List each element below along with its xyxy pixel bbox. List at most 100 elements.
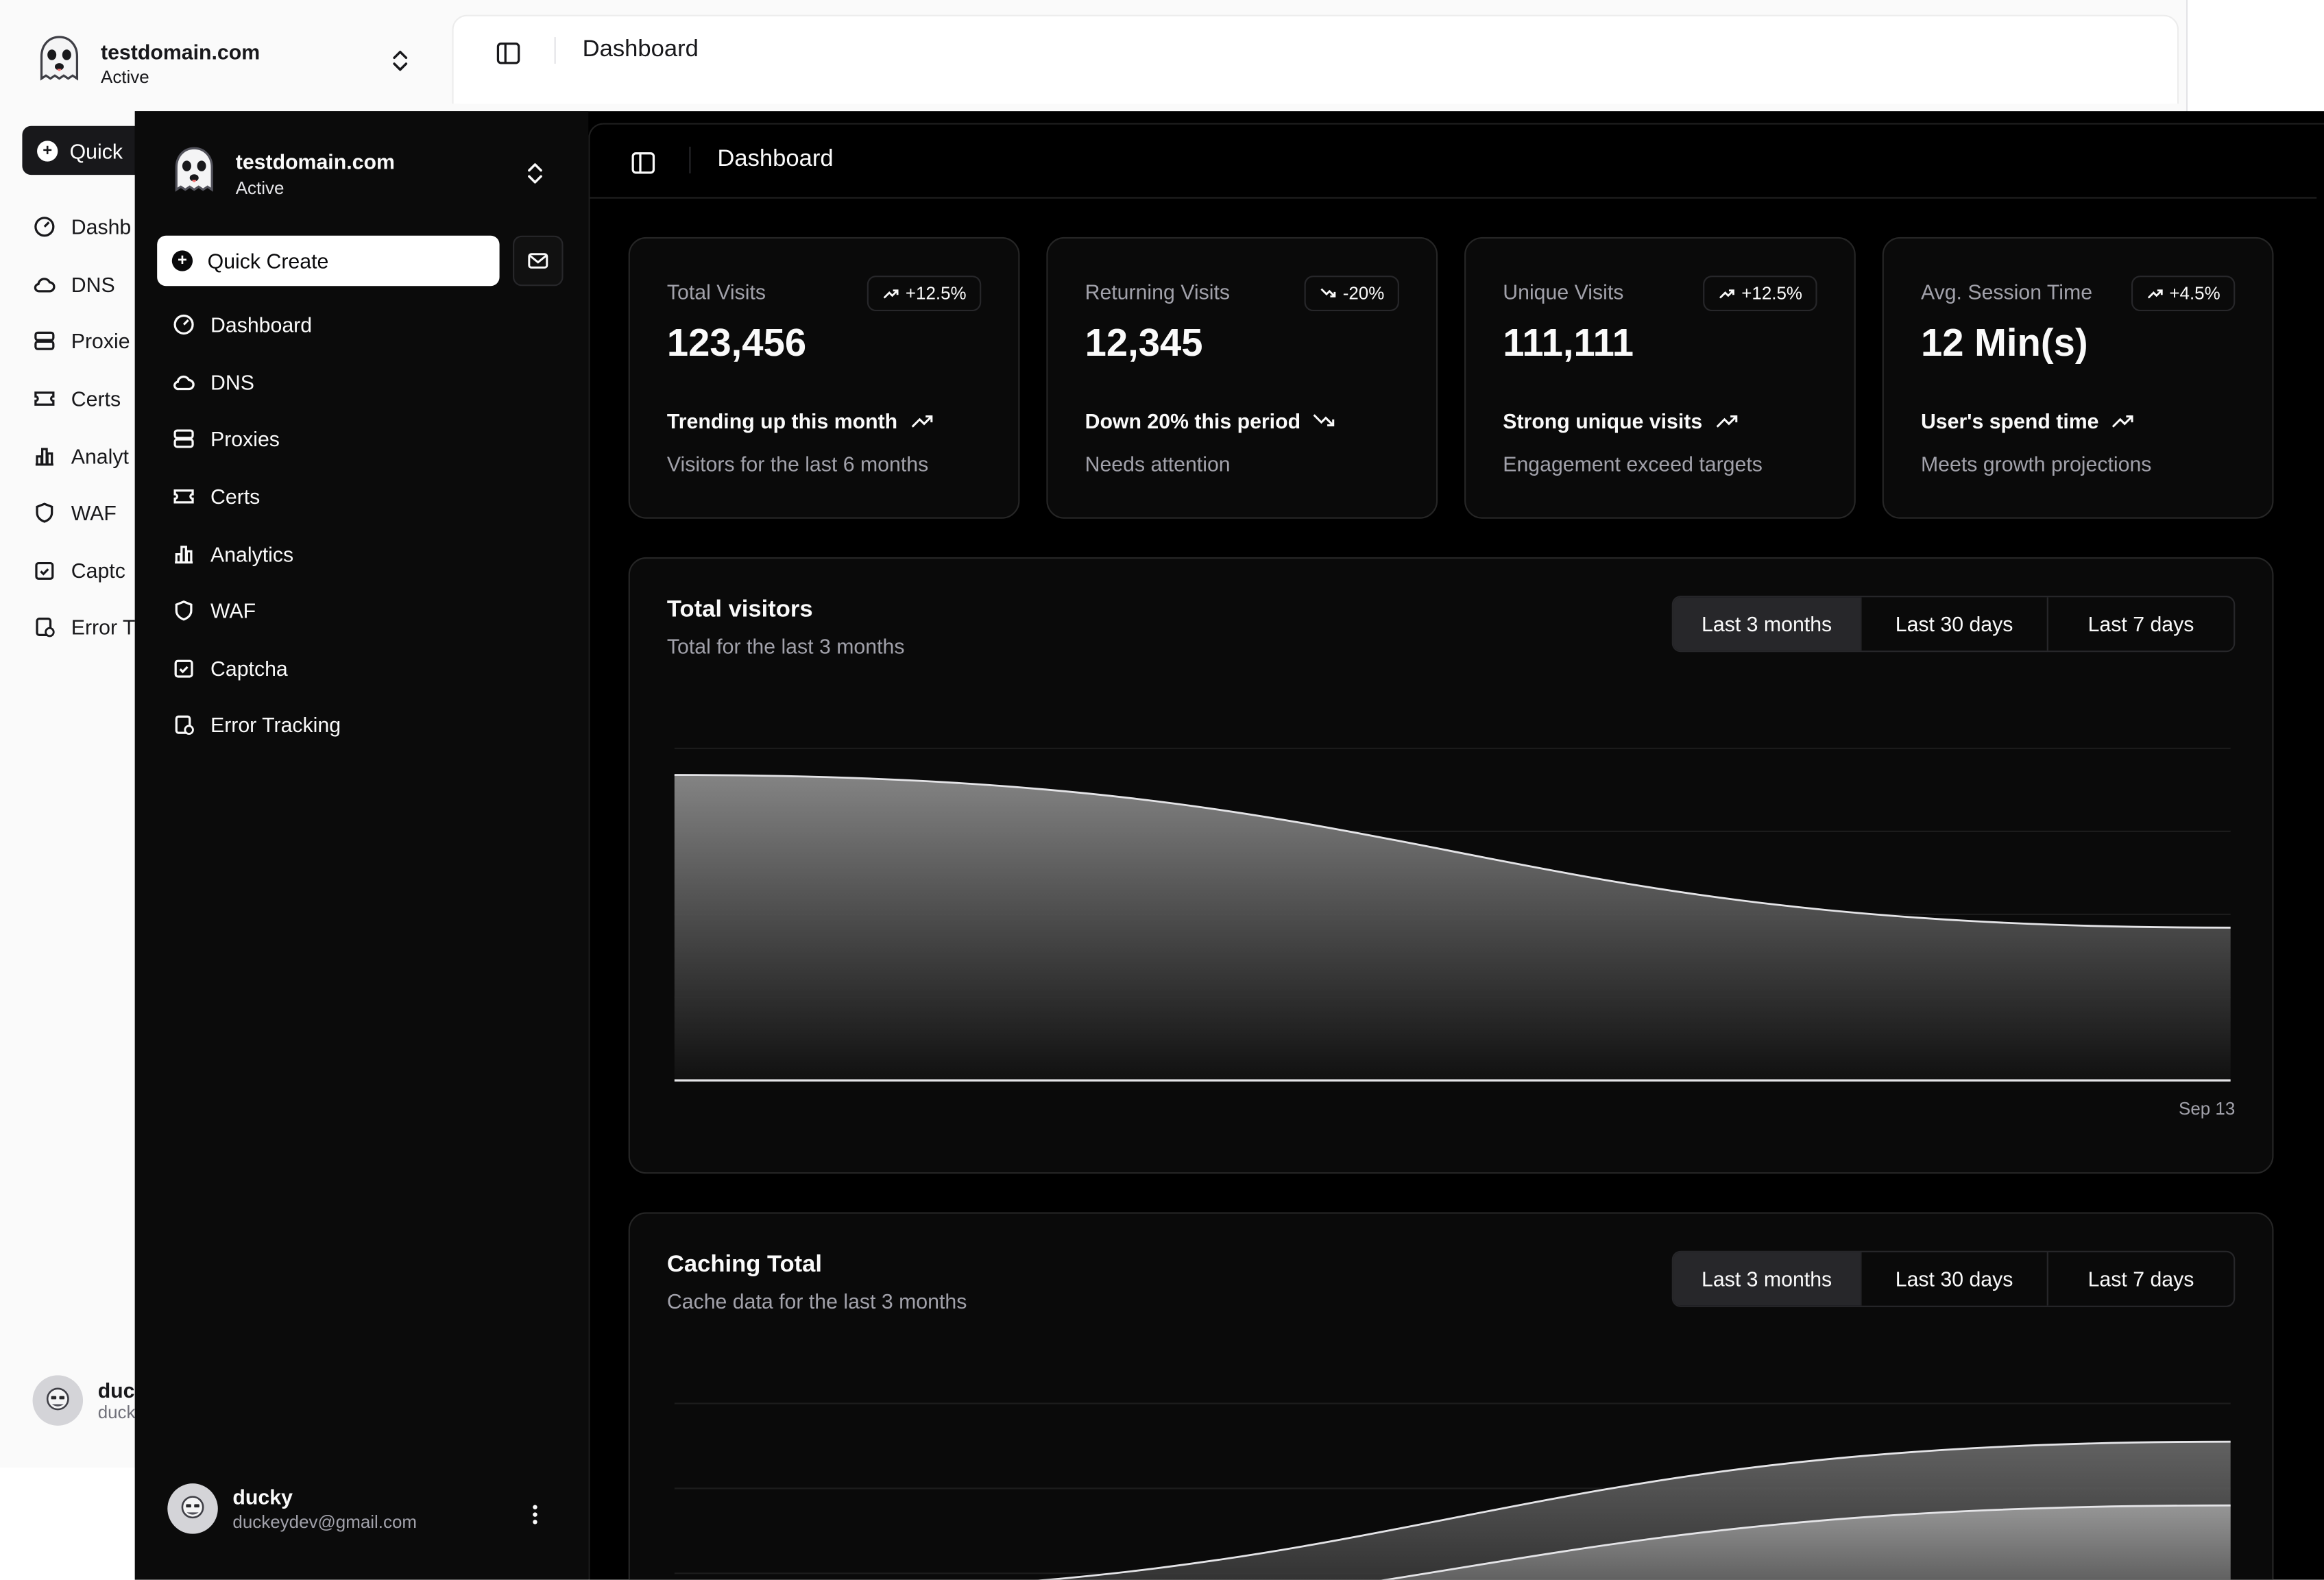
sidebar-item-label: Error T bbox=[71, 616, 136, 640]
server-icon bbox=[34, 332, 55, 351]
plus-circle-icon: + bbox=[37, 140, 58, 161]
badge-value: +12.5% bbox=[905, 282, 967, 304]
area-series-1 bbox=[674, 775, 2231, 1081]
shield-icon bbox=[36, 502, 53, 524]
user-name: duc bbox=[97, 1378, 135, 1402]
range-option-last-3-months[interactable]: Last 3 months bbox=[1673, 597, 1861, 651]
status-badge: +12.5% bbox=[1703, 276, 1817, 312]
time-range-toggle: Last 3 months Last 30 days Last 7 days bbox=[1671, 596, 2236, 653]
range-option-last-7-days[interactable]: Last 7 days bbox=[2046, 1252, 2234, 1306]
badge-value: -20% bbox=[1342, 282, 1385, 304]
background-user-menu[interactable]: duc duck bbox=[32, 1375, 136, 1426]
page-title: Dashboard bbox=[717, 147, 834, 172]
sidebar-item-label: Error Tracking bbox=[210, 713, 341, 738]
range-option-last-30-days[interactable]: Last 30 days bbox=[1860, 597, 2046, 651]
panel-title: Total visitors bbox=[666, 597, 813, 623]
ticket-icon bbox=[173, 489, 194, 504]
sidebar-item-label: Dashboard bbox=[210, 313, 313, 337]
sidebar-item-captcha[interactable]: Captcha bbox=[157, 640, 572, 696]
trending-up-icon bbox=[1719, 289, 1734, 299]
clipboard-clock-icon bbox=[175, 716, 194, 736]
stat-note: Engagement exceed targets bbox=[1503, 452, 1763, 476]
sidebar-item-label: Captcha bbox=[210, 656, 288, 681]
range-option-last-7-days[interactable]: Last 7 days bbox=[2046, 597, 2234, 651]
background-workspace-switcher[interactable]: testdomain.com Active bbox=[33, 33, 261, 94]
inbox-button[interactable] bbox=[513, 235, 564, 287]
sidebar-item-captcha[interactable]: Captc bbox=[33, 542, 136, 598]
background-header: Dashboard bbox=[452, 14, 2179, 104]
calendar-check-icon bbox=[174, 659, 193, 678]
avatar bbox=[167, 1483, 218, 1534]
stat-card-total-visits: Total Visits +12.5% 123,456 Trending up … bbox=[628, 236, 1020, 519]
page-title: Dashboard bbox=[582, 37, 699, 62]
bar-chart-icon bbox=[175, 545, 193, 563]
chevrons-up-down-icon[interactable] bbox=[388, 47, 412, 82]
sidebar-item-dns[interactable]: DNS bbox=[157, 354, 572, 411]
stat-card-unique-visits: Unique Visits +12.5% 111,111 Strong uniq… bbox=[1464, 236, 1856, 519]
bar-chart-icon bbox=[35, 447, 53, 465]
mail-icon bbox=[528, 253, 548, 269]
sidebar-item-label: Certs bbox=[210, 485, 261, 509]
stat-card-returning-visits: Returning Visits -20% 12,345 Down 20% th… bbox=[1046, 236, 1438, 519]
time-range-toggle: Last 3 months Last 30 days Last 7 days bbox=[1671, 1250, 2236, 1307]
user-name: ducky bbox=[232, 1485, 293, 1509]
quick-create-label: Quick bbox=[69, 138, 123, 162]
sidebar-item-waf[interactable]: WAF bbox=[157, 583, 572, 640]
sidebar-item-label: Analytics bbox=[210, 542, 294, 566]
trending-up-icon bbox=[1715, 415, 1737, 428]
caching-total-chart bbox=[674, 1402, 2231, 1580]
workspace-name: testdomain.com bbox=[101, 39, 261, 63]
shield-icon bbox=[175, 600, 193, 622]
sidebar-toggle-icon[interactable] bbox=[495, 40, 522, 74]
sidebar-item-analytics[interactable]: Analytics bbox=[157, 525, 572, 582]
sidebar-item-proxies[interactable]: Proxie bbox=[33, 313, 136, 370]
page-header: Dashboard bbox=[590, 125, 2317, 199]
panel-title: Caching Total bbox=[666, 1252, 823, 1278]
sidebar-item-label: Captc bbox=[71, 558, 125, 583]
panel-subtitle: Total for the last 3 months bbox=[666, 634, 905, 658]
sidebar-item-certs[interactable]: Certs bbox=[33, 370, 136, 427]
ghost-logo-icon bbox=[33, 33, 86, 94]
sidebar-item-certs[interactable]: Certs bbox=[157, 468, 572, 525]
sidebar-item-analytics[interactable]: Analyt bbox=[33, 427, 136, 484]
sidebar-item-waf[interactable]: WAF bbox=[33, 485, 136, 542]
cloud-icon bbox=[34, 278, 56, 293]
user-menu[interactable]: ducky duckeydev@gmail.com bbox=[167, 1483, 417, 1534]
range-option-last-30-days[interactable]: Last 30 days bbox=[1860, 1252, 2046, 1306]
stat-card-avg-session-time: Avg. Session Time +4.5% 12 Min(s) User's… bbox=[1882, 236, 2274, 519]
ghost-logo-icon bbox=[167, 144, 221, 205]
quick-create-button[interactable]: + Quick Create bbox=[157, 235, 500, 287]
sidebar-item-proxies[interactable]: Proxies bbox=[157, 411, 572, 467]
sidebar-toggle-icon[interactable] bbox=[630, 149, 657, 184]
stat-label: Avg. Session Time bbox=[1920, 280, 2093, 304]
trend-text: User's spend time bbox=[1920, 409, 2099, 433]
x-axis-tick: Sep 13 bbox=[2179, 1098, 2236, 1119]
stat-label: Total Visits bbox=[666, 280, 766, 304]
gauge-icon bbox=[173, 315, 194, 335]
workspace-switcher[interactable]: testdomain.com Active bbox=[167, 144, 395, 205]
sidebar-item-dns[interactable]: DNS bbox=[33, 256, 136, 313]
sidebar-item-error-tracking[interactable]: Error Tracking bbox=[157, 696, 572, 753]
stat-note: Needs attention bbox=[1085, 452, 1231, 476]
stat-value: 111,111 bbox=[1503, 319, 1634, 365]
chevrons-up-down-icon[interactable] bbox=[523, 160, 547, 194]
sidebar-item-dashboard[interactable]: Dashboard bbox=[157, 296, 572, 353]
range-option-last-3-months[interactable]: Last 3 months bbox=[1673, 1252, 1861, 1306]
cloud-icon bbox=[173, 375, 195, 390]
sidebar-item-error-tracking[interactable]: Error T bbox=[33, 599, 136, 656]
stat-trend: Strong unique visits bbox=[1503, 409, 1738, 433]
sidebar-item-label: Analyt bbox=[71, 443, 129, 468]
status-badge: -20% bbox=[1304, 276, 1399, 312]
trend-text: Down 20% this period bbox=[1085, 409, 1301, 433]
sidebar-item-label: WAF bbox=[210, 599, 256, 623]
background-nav: Dashb DNS Proxie Certs Analyt WAF Captc … bbox=[33, 199, 136, 657]
more-vertical-icon[interactable] bbox=[523, 1500, 547, 1537]
stat-note: Visitors for the last 6 months bbox=[666, 452, 929, 476]
sidebar-item-dashboard[interactable]: Dashb bbox=[33, 199, 136, 256]
trending-up-icon bbox=[910, 415, 932, 428]
sidebar-item-label: Dashb bbox=[71, 215, 132, 239]
stat-label: Returning Visits bbox=[1085, 280, 1231, 304]
stat-value: 12,345 bbox=[1085, 319, 1203, 365]
stat-value: 123,456 bbox=[666, 319, 807, 365]
status-badge: +12.5% bbox=[867, 276, 982, 312]
